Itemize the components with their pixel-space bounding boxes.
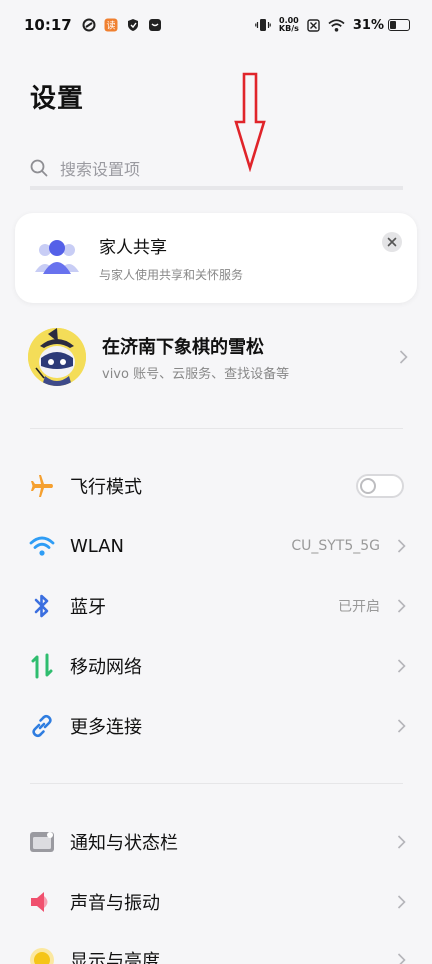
status-time: 10:17 [24, 16, 72, 34]
row-value: 已开启 [338, 599, 380, 615]
account-row[interactable]: 在济南下象棋的雪松 vivo 账号、云服务、查找设备等 [28, 327, 408, 387]
chevron-right-icon [397, 835, 406, 849]
settings-row-sound[interactable]: 声音与振动 [28, 877, 406, 927]
settings-row-wlan[interactable]: WLAN CU_SYT5_5G [28, 521, 406, 571]
row-label: WLAN [70, 535, 125, 557]
search-placeholder: 搜索设置项 [60, 160, 141, 179]
wifi-status-icon [328, 18, 345, 32]
settings-row-mobile-network[interactable]: 移动网络 [28, 641, 406, 691]
family-sharing-card[interactable]: 家人共享 与家人使用共享和关怀服务 [15, 213, 417, 303]
row-label: 通知与状态栏 [70, 833, 178, 854]
battery: 31% [353, 18, 410, 33]
row-value: CU_SYT5_5G [291, 538, 380, 554]
close-card-button[interactable] [382, 232, 402, 252]
page-title: 设置 [30, 84, 85, 114]
settings-row-bluetooth[interactable]: 蓝牙 已开启 [28, 581, 406, 631]
account-name: 在济南下象棋的雪松 [102, 336, 264, 358]
chevron-right-icon [397, 599, 406, 613]
battery-icon [388, 19, 410, 31]
status-bar: 10:17 读 0.00 KB/s 31% [0, 0, 432, 50]
network-speed: 0.00 KB/s [279, 17, 299, 33]
search-field[interactable]: 搜索设置项 [30, 150, 403, 190]
chevron-right-icon [397, 539, 406, 553]
row-label: 更多连接 [70, 717, 142, 738]
speaker-icon [28, 888, 56, 916]
family-icon [35, 240, 79, 274]
mobile-data-icon [28, 652, 56, 680]
shield-icon [127, 19, 138, 31]
network-speed-unit: KB/s [278, 24, 299, 33]
row-label: 蓝牙 [70, 597, 106, 618]
settings-row-notifications[interactable]: 通知与状态栏 [28, 817, 406, 867]
family-card-subtitle: 与家人使用共享和关怀服务 [99, 268, 244, 282]
account-subtitle: vivo 账号、云服务、查找设备等 [102, 366, 290, 382]
vibrate-icon [255, 19, 271, 31]
settings-row-airplane-mode[interactable]: 飞行模式 [28, 461, 406, 511]
no-sim-icon [307, 18, 320, 32]
chevron-right-icon [399, 350, 408, 364]
app-badge-icon: 读 [104, 18, 118, 32]
sun-icon [28, 946, 56, 964]
wifi-icon [28, 532, 56, 560]
chevron-right-icon [397, 659, 406, 673]
family-card-title: 家人共享 [99, 238, 167, 258]
link-icon [28, 712, 56, 740]
svg-text:读: 读 [106, 20, 115, 32]
battery-percent: 31% [352, 17, 384, 33]
row-label: 声音与振动 [70, 893, 160, 914]
airplane-icon [28, 472, 56, 500]
section-divider [30, 428, 403, 429]
airplane-mode-toggle[interactable] [356, 474, 404, 498]
settings-row-more-connections[interactable]: 更多连接 [28, 701, 406, 751]
close-icon [387, 237, 397, 247]
notification-icon [28, 828, 56, 856]
settings-row-display[interactable]: 显示与亮度 [28, 935, 406, 964]
message-icon [148, 19, 161, 31]
avatar [28, 328, 86, 386]
chevron-right-icon [397, 895, 406, 909]
row-label: 移动网络 [70, 657, 142, 678]
chevron-right-icon [397, 953, 406, 964]
bluetooth-icon [28, 592, 56, 620]
search-icon [30, 159, 48, 177]
row-label: 显示与亮度 [70, 951, 160, 964]
section-divider [30, 783, 403, 784]
avatar-robot-icon [28, 328, 86, 386]
app-notification-icon [82, 18, 96, 32]
chevron-right-icon [397, 719, 406, 733]
down-arrow-annotation-icon [234, 72, 266, 172]
row-label: 飞行模式 [70, 477, 142, 498]
